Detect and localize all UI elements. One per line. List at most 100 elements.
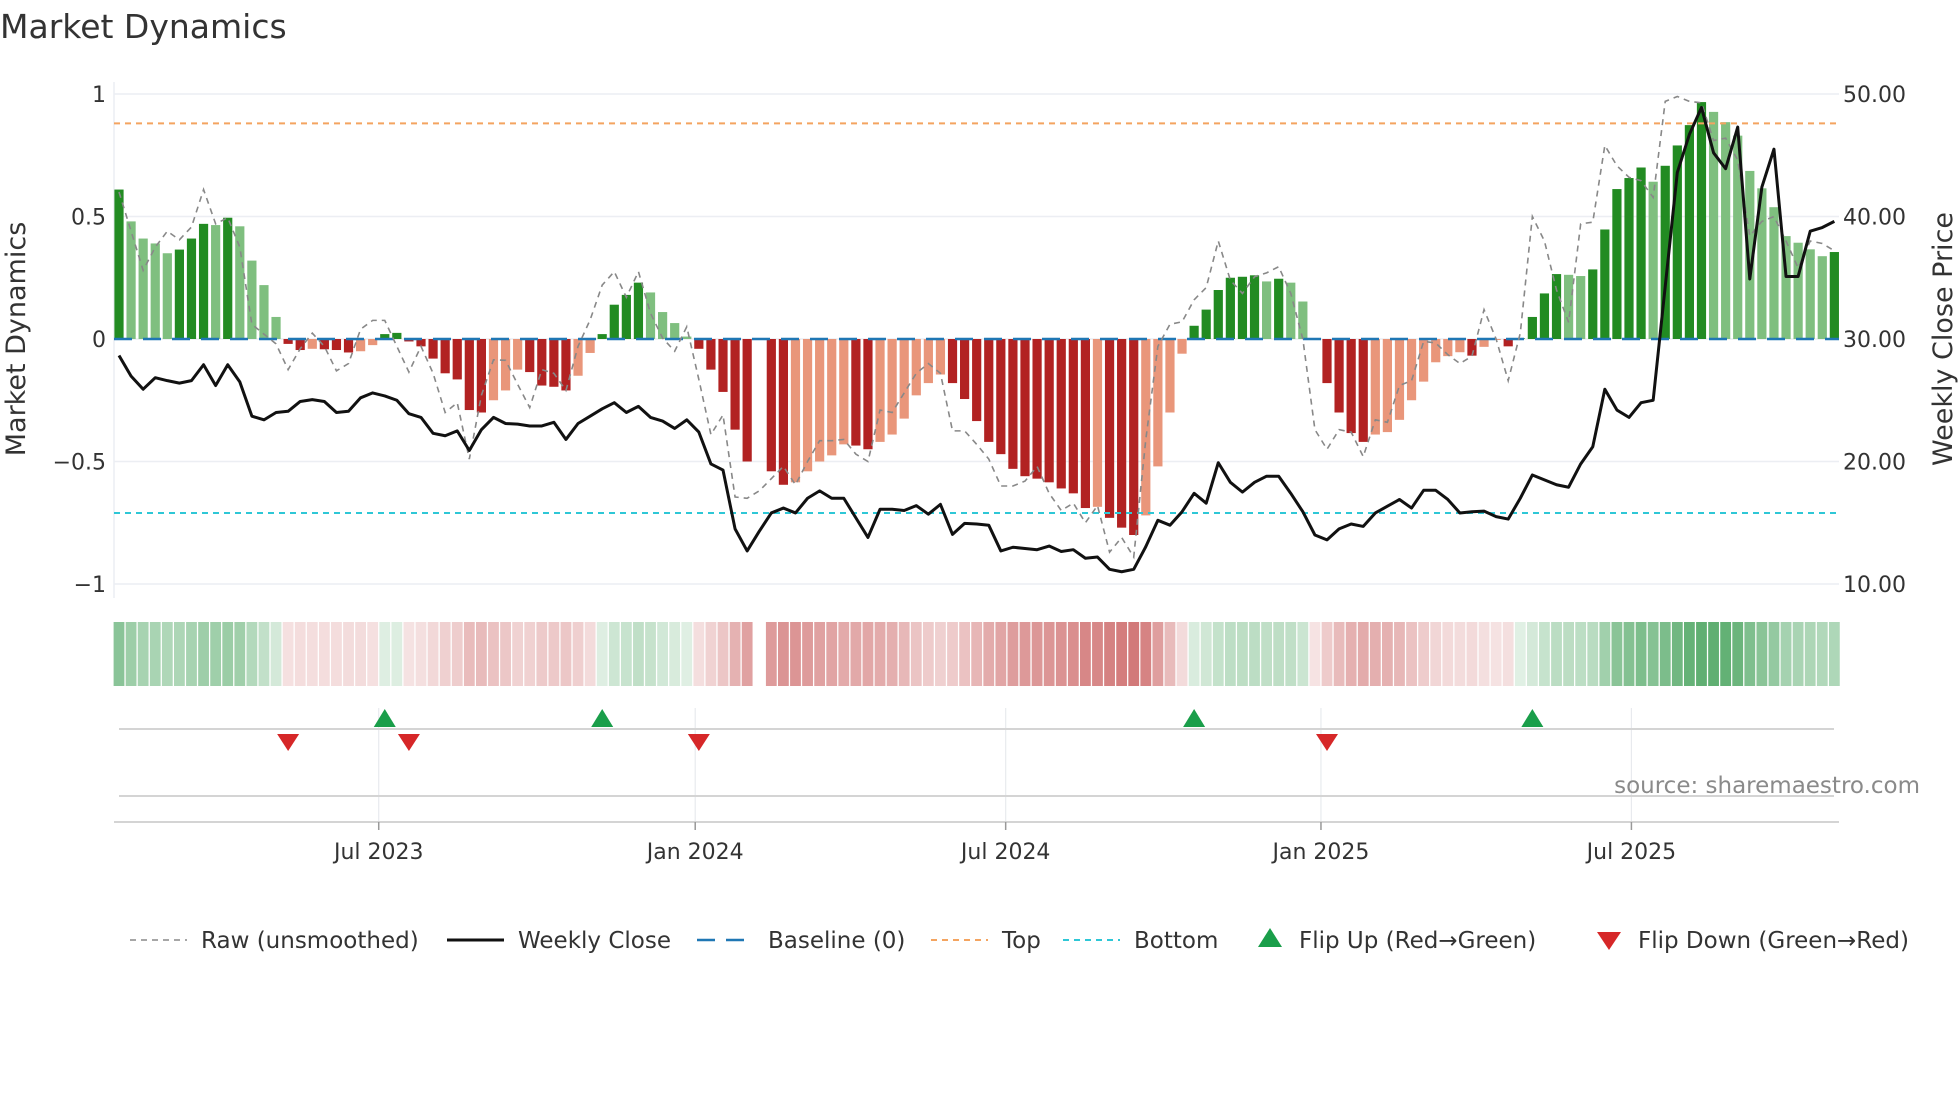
regime-cell <box>1647 622 1659 686</box>
flip-up-marker <box>373 709 396 727</box>
momentum-bar <box>1539 293 1550 339</box>
momentum-bar <box>621 294 631 339</box>
regime-cell <box>234 622 246 686</box>
regime-cell <box>1285 622 1297 686</box>
regime-cell <box>1067 622 1079 686</box>
regime-cell <box>765 622 777 686</box>
market-dynamics-chart: Market Dynamics 1 0.5 0 −0.5 −1 50.00 40.00 30… <box>0 7 1959 954</box>
regime-cell <box>186 622 197 686</box>
regime-cell <box>512 622 524 686</box>
momentum-bar <box>1056 339 1066 489</box>
regime-cell <box>1551 622 1562 686</box>
regime-cell <box>282 622 294 686</box>
regime-cell <box>331 622 342 686</box>
momentum-bar <box>271 316 281 339</box>
regime-cell <box>1152 622 1164 686</box>
regime-cell <box>705 622 717 686</box>
momentum-bar <box>1624 178 1634 339</box>
momentum-bar <box>307 339 317 349</box>
regime-cell <box>451 622 463 686</box>
momentum-bar <box>223 217 233 339</box>
momentum-bar <box>790 339 801 483</box>
regime-cell <box>935 622 946 686</box>
momentum-bar <box>1177 339 1187 354</box>
regime-cell <box>1659 622 1671 686</box>
regime-cell <box>1249 622 1260 686</box>
regime-cell <box>137 622 149 686</box>
regime-cell <box>922 622 934 686</box>
regime-cell <box>1587 622 1599 686</box>
regime-cell <box>1478 622 1490 686</box>
legend-up-icon <box>1258 928 1282 947</box>
momentum-bar <box>525 339 535 373</box>
momentum-bar <box>972 339 982 422</box>
regime-cell <box>1430 622 1442 686</box>
momentum-bar <box>356 339 366 352</box>
momentum-bar <box>682 336 692 339</box>
regime-cell <box>367 622 379 686</box>
regime-cell <box>717 622 729 686</box>
source-label: source: sharemaestro.com <box>1614 773 1920 799</box>
momentum-bar <box>1334 339 1344 413</box>
regime-cell <box>1104 622 1115 686</box>
regime-cell <box>1418 622 1430 686</box>
regime-cell <box>959 622 970 686</box>
momentum-bar <box>1600 229 1610 339</box>
regime-cell <box>1442 622 1454 686</box>
regime-cell <box>1599 622 1611 686</box>
x-tick-label: Jan 2025 <box>1271 840 1370 865</box>
momentum-bar <box>935 339 946 375</box>
momentum-bar <box>319 339 329 350</box>
legend: Raw (unsmoothed) Weekly Close Baseline (0)… <box>130 928 1909 954</box>
x-tick-label: Jul 2025 <box>1585 840 1677 865</box>
regime-cell <box>149 622 161 686</box>
regime-cell <box>874 622 886 686</box>
momentum-bar <box>343 339 354 353</box>
momentum-bar <box>815 339 825 462</box>
y-right-tick-label: 10.00 <box>1843 573 1906 598</box>
momentum-bar <box>742 339 752 462</box>
regime-cell <box>584 622 596 686</box>
regime-cell <box>608 622 620 686</box>
momentum-bar <box>778 339 788 485</box>
momentum-bar <box>827 339 837 456</box>
regime-cell <box>1345 622 1357 686</box>
momentum-bar <box>947 339 958 384</box>
regime-cell <box>1514 622 1526 686</box>
regime-cell <box>886 622 898 686</box>
regime-cell <box>210 622 222 686</box>
momentum-bar <box>1032 339 1042 479</box>
x-tick-label: Jan 2024 <box>645 840 744 865</box>
momentum-bar <box>1648 181 1658 339</box>
regime-cell <box>572 622 584 686</box>
y-right-tick-label: 50.00 <box>1843 83 1906 108</box>
regime-cell <box>1756 622 1768 686</box>
momentum-bar <box>1419 339 1429 382</box>
momentum-bar <box>1237 276 1248 339</box>
momentum-bar <box>984 339 994 442</box>
right-y-axis-label: Weekly Close Price <box>1928 212 1959 466</box>
momentum-bar <box>1092 339 1103 507</box>
regime-cell <box>1780 622 1792 686</box>
regime-cell <box>1768 622 1780 686</box>
regime-cell <box>1128 622 1140 686</box>
momentum-bar <box>1249 275 1260 339</box>
y-right-tick-label: 30.00 <box>1843 328 1906 353</box>
regime-cell <box>1623 622 1635 686</box>
flip-down-marker <box>1316 734 1338 751</box>
momentum-bar <box>1805 249 1815 339</box>
regime-cell <box>681 622 693 686</box>
momentum-bar <box>1382 339 1392 433</box>
momentum-bar <box>1225 277 1235 339</box>
momentum-bar <box>1527 316 1537 339</box>
regime-cell <box>1357 622 1369 686</box>
momentum-bar <box>235 226 245 339</box>
momentum-bar <box>150 243 160 339</box>
momentum-bar <box>186 238 197 339</box>
momentum-bar <box>718 339 728 392</box>
y-tick-label: 1 <box>92 83 106 108</box>
regime-cell <box>693 622 705 686</box>
momentum-bar <box>1104 339 1115 518</box>
regime-cell <box>1297 622 1309 686</box>
momentum-bar <box>839 339 849 445</box>
